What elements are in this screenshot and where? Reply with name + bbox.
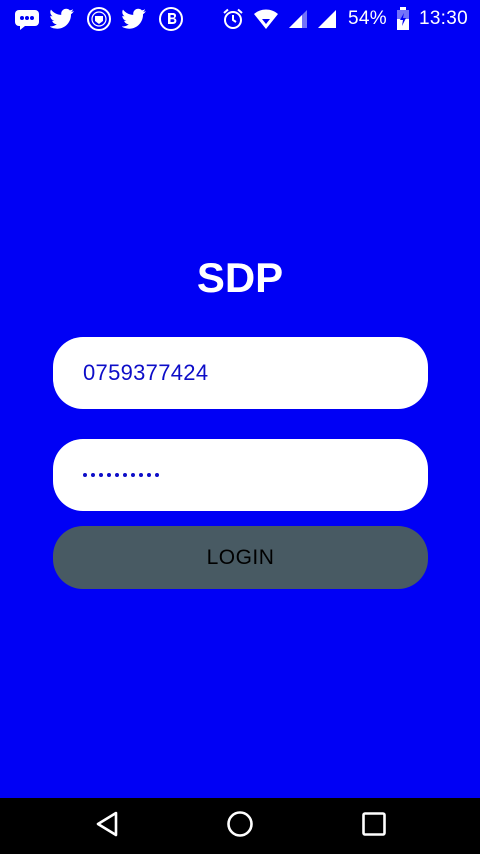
home-icon — [226, 810, 254, 843]
password-mask — [83, 473, 159, 477]
club-crest-icon — [86, 6, 112, 32]
password-dot — [139, 473, 143, 477]
wifi-icon — [253, 8, 279, 30]
phone-number-value: 0759377424 — [83, 360, 209, 385]
app-title: SDP — [196, 254, 284, 301]
clock: 13:30 — [418, 8, 468, 29]
navigation-bar — [0, 798, 480, 854]
twitter-icon — [122, 8, 148, 30]
system-status: 54% 13:30 — [222, 5, 468, 33]
status-bar: 54% 13:30 — [0, 0, 480, 38]
password-dot — [147, 473, 151, 477]
recents-icon — [361, 811, 387, 842]
password-dot — [155, 473, 159, 477]
password-dot — [91, 473, 95, 477]
messenger-icon — [14, 8, 40, 30]
back-button[interactable] — [77, 798, 137, 854]
password-dot — [99, 473, 103, 477]
bitcoin-icon — [158, 6, 184, 32]
phone-number-field[interactable]: 0759377424 — [53, 337, 428, 409]
battery-percent: 54% — [348, 8, 387, 29]
login-button[interactable]: LOGIN — [53, 526, 428, 589]
password-dot — [107, 473, 111, 477]
signal-icon — [288, 9, 308, 29]
password-dot — [123, 473, 127, 477]
battery-charging-icon — [396, 7, 410, 31]
twitter-icon — [50, 8, 76, 30]
password-dot — [115, 473, 119, 477]
signal-icon — [317, 9, 337, 29]
home-button[interactable] — [210, 798, 270, 854]
recents-button[interactable] — [344, 798, 404, 854]
login-screen: 54% 13:30 SDP 0759377424 LOGIN — [0, 0, 480, 854]
alarm-icon — [222, 8, 244, 30]
password-field[interactable] — [53, 439, 428, 511]
notification-icons — [14, 5, 184, 33]
password-dot — [83, 473, 87, 477]
password-dot — [131, 473, 135, 477]
back-icon — [94, 810, 120, 843]
